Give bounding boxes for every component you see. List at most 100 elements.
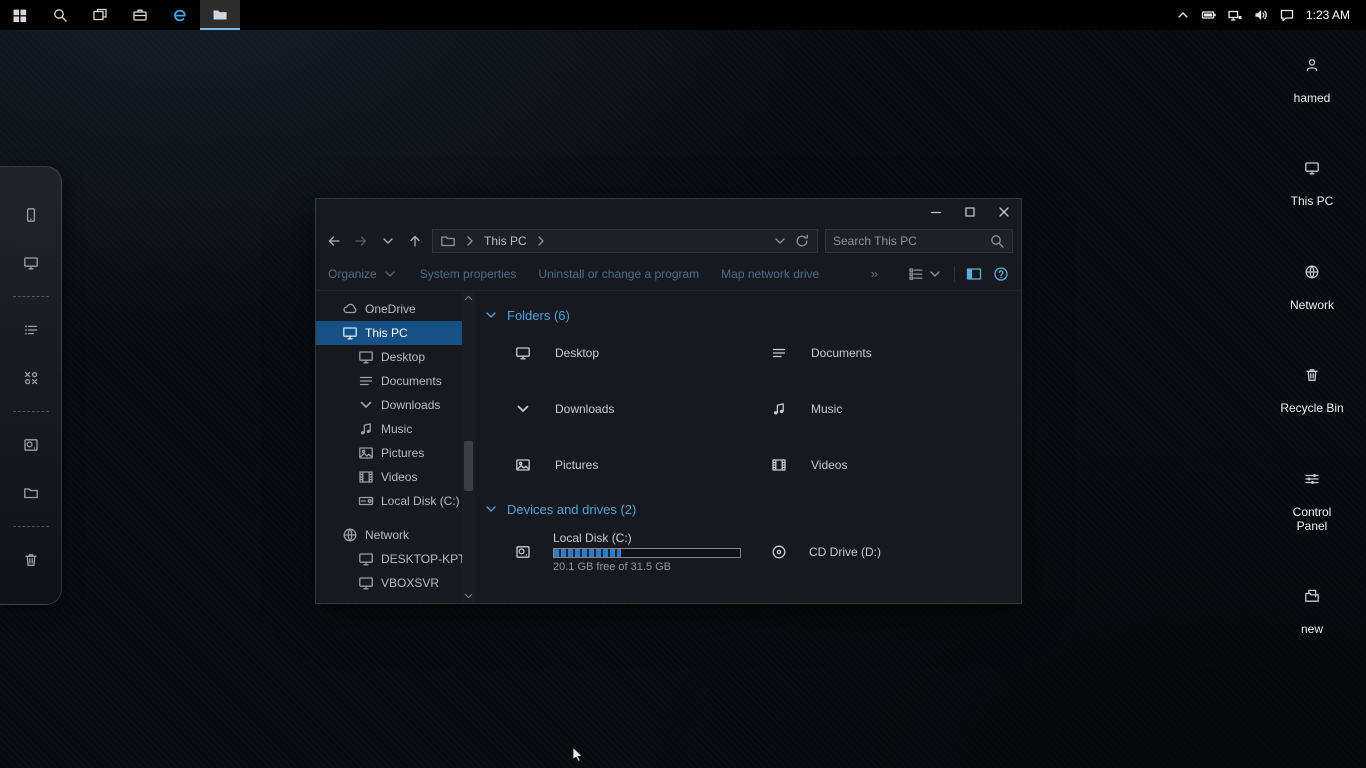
document-lines-icon (763, 337, 795, 369)
dock-disc-icon[interactable] (11, 425, 51, 465)
desktop-icon-network[interactable]: Network (1266, 251, 1358, 312)
nav-item-desktop[interactable]: Desktop (316, 345, 462, 369)
view-list-icon (908, 266, 924, 282)
nav-item-videos[interactable]: Videos (316, 465, 462, 489)
hard-disk-icon (358, 493, 374, 509)
volume-icon[interactable] (1248, 0, 1274, 30)
scrollbar-up-arrow[interactable] (462, 291, 475, 305)
address-dropdown-chevron[interactable] (772, 233, 788, 249)
drive-item-cd-drive-d[interactable]: CD Drive (D:) (763, 531, 1019, 573)
maximize-button[interactable] (953, 199, 987, 225)
toolbar-overflow-chevron[interactable]: » (871, 266, 878, 281)
notifications-icon[interactable] (1274, 0, 1300, 30)
file-explorer-window: This PC Organize System properties Unins… (315, 198, 1022, 604)
titlebar[interactable] (316, 199, 1021, 225)
dock-divider (13, 411, 49, 412)
desktop-icon-this-pc[interactable]: This PC (1266, 147, 1358, 208)
folder-item-pictures[interactable]: Pictures (507, 449, 763, 481)
scrollbar-thumb[interactable] (464, 441, 473, 491)
nav-item-label: Downloads (381, 398, 440, 412)
address-bar[interactable]: This PC (432, 229, 818, 253)
system-properties-button[interactable]: System properties (420, 267, 517, 281)
nav-item-label: Music (381, 422, 412, 436)
dock-display-icon[interactable] (11, 243, 51, 283)
nav-item-label: This PC (365, 326, 408, 340)
dock-playlist-icon[interactable] (11, 310, 51, 350)
desktop-icon-recycle-bin[interactable]: Recycle Bin (1266, 354, 1358, 415)
dock-folder-icon[interactable] (11, 473, 51, 513)
preview-pane-button[interactable] (966, 266, 982, 282)
nav-item-label: Videos (381, 470, 417, 484)
trash-icon (1291, 354, 1333, 396)
breadcrumb-chevron-icon[interactable] (462, 233, 478, 249)
desktop-icon-label: hamed (1294, 91, 1331, 105)
nav-item-label: Network (365, 528, 409, 542)
nav-item-network[interactable]: Network (316, 523, 462, 547)
battery-icon[interactable] (1196, 0, 1222, 30)
desktop-icon-new[interactable]: new (1266, 575, 1358, 636)
breadcrumb-this-pc[interactable]: This PC (484, 234, 527, 248)
nav-item-onedrive[interactable]: OneDrive (316, 297, 462, 321)
taskbar-store-button[interactable] (120, 0, 160, 30)
folder-item-downloads[interactable]: Downloads (507, 393, 763, 425)
start-button[interactable] (0, 0, 40, 30)
nav-item-downloads[interactable]: Downloads (316, 393, 462, 417)
taskbar-file-explorer-button[interactable] (200, 0, 240, 30)
desktop-icon-label: This PC (1291, 194, 1334, 208)
nav-item-desktop-kpt6f[interactable]: DESKTOP-KPT6F (316, 547, 462, 571)
folder-item-documents[interactable]: Documents (763, 337, 1019, 369)
map-network-drive-button[interactable]: Map network drive (721, 267, 819, 281)
drive-item-local-disk-c[interactable]: Local Disk (C:) 20.1 GB free of 31.5 GB (507, 531, 763, 573)
folders-grid: Desktop Documents Downloads Music Pictur… (507, 337, 1011, 481)
monitor-icon (507, 337, 539, 369)
back-button[interactable] (324, 230, 344, 252)
folder-item-label: Desktop (555, 346, 599, 360)
desktop-icon-label: new (1301, 622, 1323, 636)
desktop-icon-hamed[interactable]: hamed (1266, 44, 1358, 105)
nav-item-music[interactable]: Music (316, 417, 462, 441)
recent-locations-chevron[interactable] (378, 230, 398, 252)
up-button[interactable] (405, 230, 425, 252)
forward-button[interactable] (351, 230, 371, 252)
breadcrumb-chevron-icon[interactable] (533, 233, 549, 249)
taskbar-clock[interactable]: 1:23 AM (1300, 8, 1360, 22)
organize-menu[interactable]: Organize (328, 266, 398, 282)
picture-icon (507, 449, 539, 481)
network-icon[interactable] (1222, 0, 1248, 30)
nav-item-vboxsvr[interactable]: VBOXSVR (316, 571, 462, 595)
help-button[interactable] (993, 266, 1009, 282)
task-view-button[interactable] (80, 0, 120, 30)
section-header-devices[interactable]: Devices and drives (2) (483, 501, 1011, 517)
minimize-button[interactable] (919, 199, 953, 225)
nav-item-documents[interactable]: Documents (316, 369, 462, 393)
dock-recycle-icon[interactable] (11, 540, 51, 580)
folder-item-videos[interactable]: Videos (763, 449, 1019, 481)
nav-item-pictures[interactable]: Pictures (316, 441, 462, 465)
dock-phone-icon[interactable] (11, 195, 51, 235)
nav-item-label: DESKTOP-KPT6F (381, 552, 462, 566)
change-view-button[interactable] (908, 266, 943, 282)
devices-grid: Local Disk (C:) 20.1 GB free of 31.5 GB … (507, 531, 1011, 573)
hard-disk-icon (507, 536, 539, 568)
search-input[interactable] (833, 234, 983, 248)
nav-item-this-pc[interactable]: This PC (316, 321, 462, 345)
search-box[interactable] (825, 229, 1013, 253)
dock-tic-tac-toe-icon[interactable] (11, 358, 51, 398)
dock-divider (13, 526, 49, 527)
taskbar-edge-button[interactable] (160, 0, 200, 30)
show-hidden-icons-chevron[interactable] (1170, 0, 1196, 30)
search-icon (989, 233, 1005, 249)
refresh-icon[interactable] (794, 233, 810, 249)
taskbar-search-button[interactable] (40, 0, 80, 30)
close-button[interactable] (987, 199, 1021, 225)
uninstall-program-button[interactable]: Uninstall or change a program (538, 267, 699, 281)
nav-item-label: OneDrive (365, 302, 416, 316)
folder-item-desktop[interactable]: Desktop (507, 337, 763, 369)
folder-item-music[interactable]: Music (763, 393, 1019, 425)
nav-pane-scrollbar[interactable] (462, 291, 475, 603)
scrollbar-down-arrow[interactable] (462, 589, 475, 603)
drive-name: CD Drive (D:) (809, 545, 881, 559)
section-header-folders[interactable]: Folders (6) (483, 307, 1011, 323)
nav-item-local-disk-c[interactable]: Local Disk (C:) (316, 489, 462, 513)
desktop-icon-control-panel[interactable]: Control Panel (1266, 458, 1358, 534)
